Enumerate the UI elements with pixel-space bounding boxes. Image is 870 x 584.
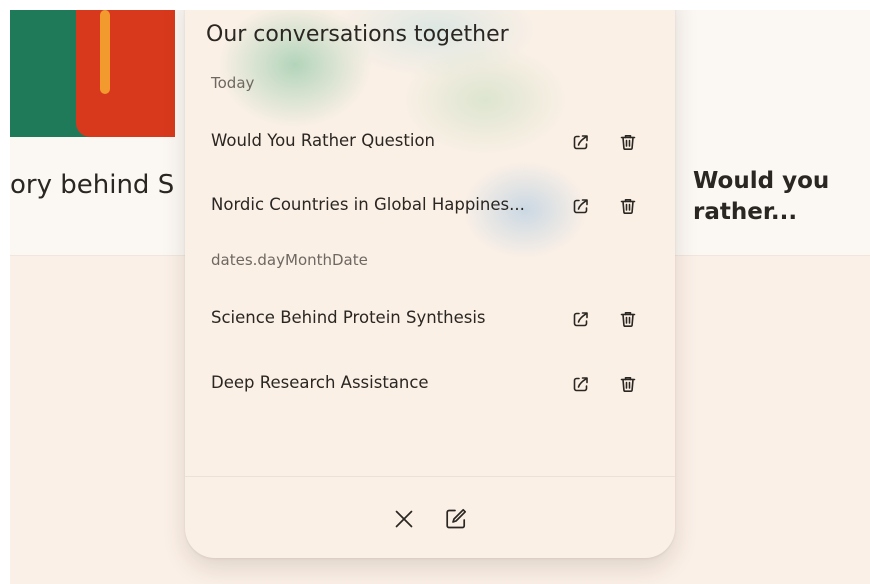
new-chat-icon[interactable] bbox=[442, 505, 470, 533]
section-label-today: Today bbox=[211, 74, 255, 92]
share-icon[interactable] bbox=[569, 372, 593, 396]
left-card-title[interactable]: ory behind S bbox=[10, 170, 174, 200]
trash-icon[interactable] bbox=[616, 307, 640, 331]
section-label-date: dates.dayMonthDate bbox=[211, 251, 368, 269]
conversation-item[interactable]: Nordic Countries in Global Happines... bbox=[185, 186, 675, 226]
conversation-item[interactable]: Would You Rather Question bbox=[185, 122, 675, 162]
app-stage: ory behind S Would you rather... Our con… bbox=[10, 10, 870, 584]
trash-icon[interactable] bbox=[616, 194, 640, 218]
conversation-title: Nordic Countries in Global Happines... bbox=[211, 195, 525, 214]
share-icon[interactable] bbox=[569, 307, 593, 331]
trash-icon[interactable] bbox=[616, 130, 640, 154]
panel-title: Our conversations together bbox=[206, 22, 509, 47]
right-card-title[interactable]: Would you rather... bbox=[693, 166, 843, 228]
share-icon[interactable] bbox=[569, 130, 593, 154]
conversation-item[interactable]: Science Behind Protein Synthesis bbox=[185, 299, 675, 339]
card-artwork bbox=[10, 10, 175, 137]
share-icon[interactable] bbox=[569, 194, 593, 218]
conversation-title: Deep Research Assistance bbox=[211, 373, 429, 392]
conversation-item[interactable]: Deep Research Assistance bbox=[185, 364, 675, 404]
close-icon[interactable] bbox=[390, 505, 418, 533]
trash-icon[interactable] bbox=[616, 372, 640, 396]
conversation-title: Would You Rather Question bbox=[211, 131, 436, 150]
conversations-panel: Our conversations together Today Would Y… bbox=[185, 10, 675, 558]
conversation-title: Science Behind Protein Synthesis bbox=[211, 308, 486, 327]
footer-divider bbox=[185, 476, 675, 477]
